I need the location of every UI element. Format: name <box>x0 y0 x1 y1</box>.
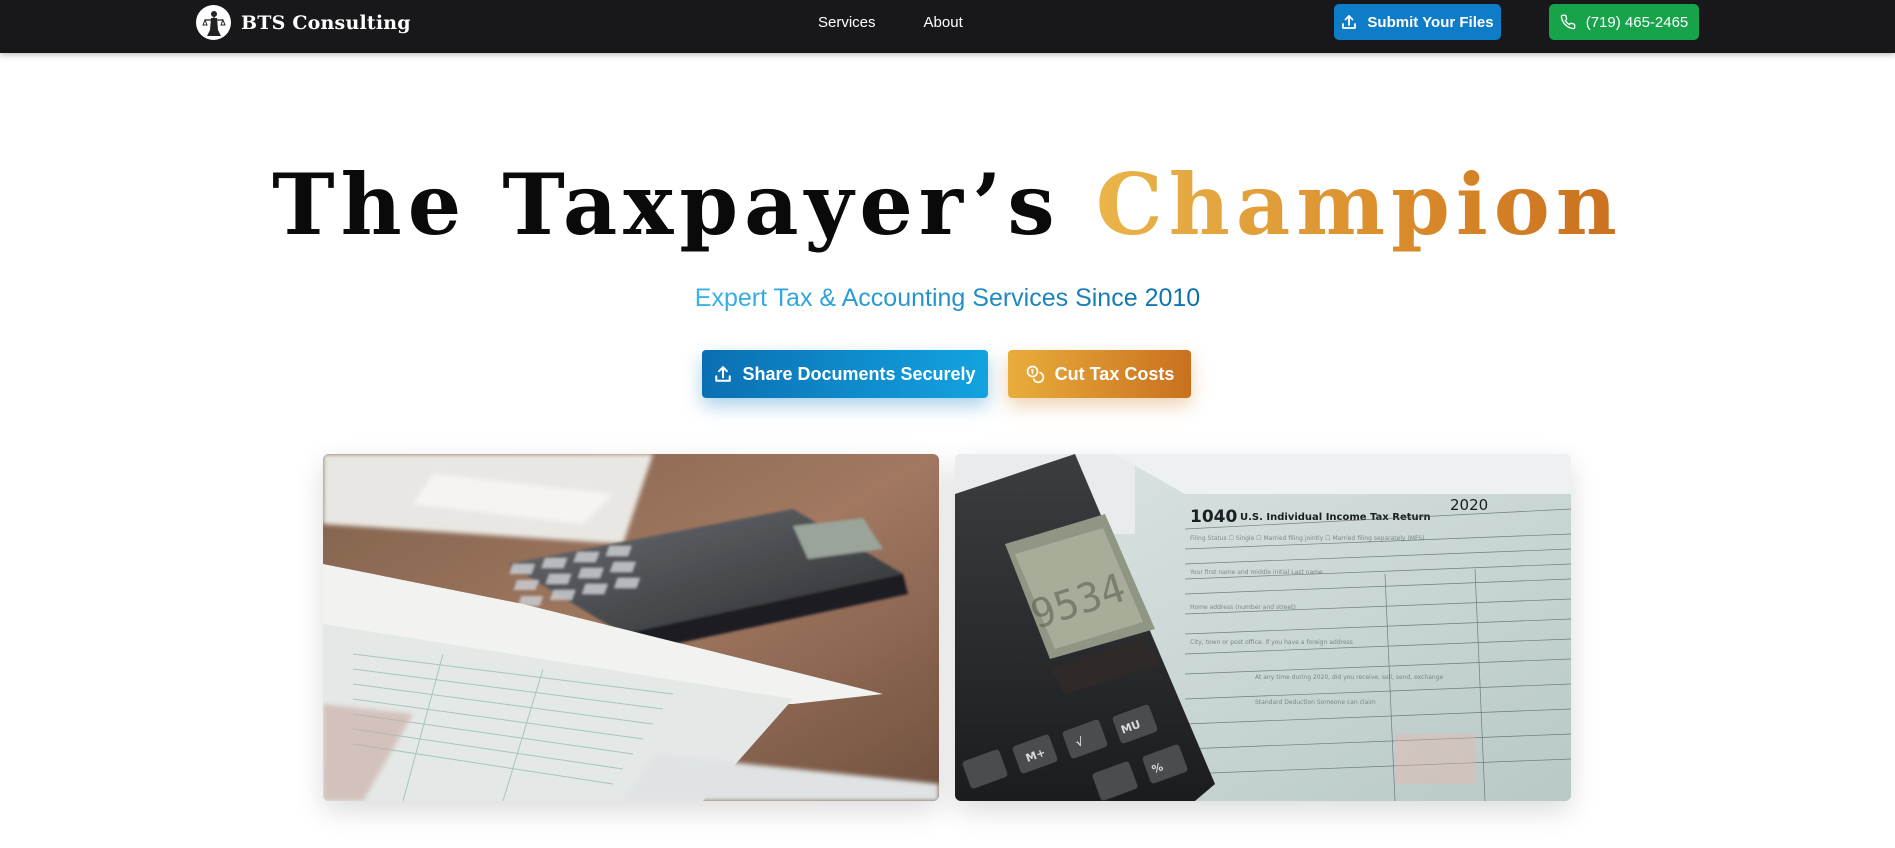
submit-files-label: Submit Your Files <box>1367 13 1494 31</box>
phone-label: (719) 465-2465 <box>1585 13 1689 31</box>
phone-icon <box>1560 14 1576 30</box>
top-nav: BTS Consulting Services About Submit You… <box>0 0 1895 53</box>
hero-title-main: The Taxpayer’s <box>272 155 1061 254</box>
coins-icon <box>1025 364 1045 384</box>
svg-text:City, town or post office. If: City, town or post office. If you have a… <box>1190 639 1353 646</box>
share-documents-button[interactable]: Share Documents Securely <box>702 350 988 398</box>
upload-icon <box>1341 14 1357 30</box>
svg-text:Filing Status ☐ Single ☐ Mar: Filing Status ☐ Single ☐ Married filing … <box>1190 535 1424 542</box>
brand[interactable]: BTS Consulting <box>196 5 411 40</box>
share-documents-label: Share Documents Securely <box>742 363 976 384</box>
nav-links: Services About <box>818 0 963 44</box>
form-year: 2020 <box>1450 496 1488 514</box>
svg-text:Home address (number and stree: Home address (number and street) <box>1190 604 1296 611</box>
cut-tax-costs-button[interactable]: Cut Tax Costs <box>1008 350 1191 398</box>
submit-files-button[interactable]: Submit Your Files <box>1334 4 1501 40</box>
phone-button[interactable]: (719) 465-2465 <box>1549 4 1699 40</box>
nav-link-services[interactable]: Services <box>818 14 876 31</box>
cut-tax-costs-label: Cut Tax Costs <box>1054 363 1175 384</box>
form-number: 1040 <box>1190 507 1237 527</box>
hero-subtitle: Expert Tax & Accounting Services Since 2… <box>0 284 1895 313</box>
svg-text:At any time during 2020, did y: At any time during 2020, did you receive… <box>1255 674 1444 681</box>
svg-text:Standard Deduction Someone ca: Standard Deduction Someone can claim <box>1255 699 1376 706</box>
brand-name: BTS Consulting <box>241 11 411 34</box>
lady-justice-logo-icon <box>196 5 231 40</box>
hero-subtitle-text: Expert Tax & Accounting Services Since 2… <box>694 284 1201 312</box>
nav-link-about[interactable]: About <box>924 14 963 31</box>
tax-form-calculator-photo: 1040 U.S. Individual Income Tax Return 2… <box>955 454 1571 801</box>
calculator-papers-photo <box>323 454 939 801</box>
svg-text:Your first name and middle ini: Your first name and middle initial Last … <box>1189 569 1323 576</box>
upload-icon <box>714 365 732 383</box>
hero-title: The Taxpayer’s Champion <box>0 150 1895 260</box>
hero-title-accent: Champion <box>1095 155 1623 254</box>
